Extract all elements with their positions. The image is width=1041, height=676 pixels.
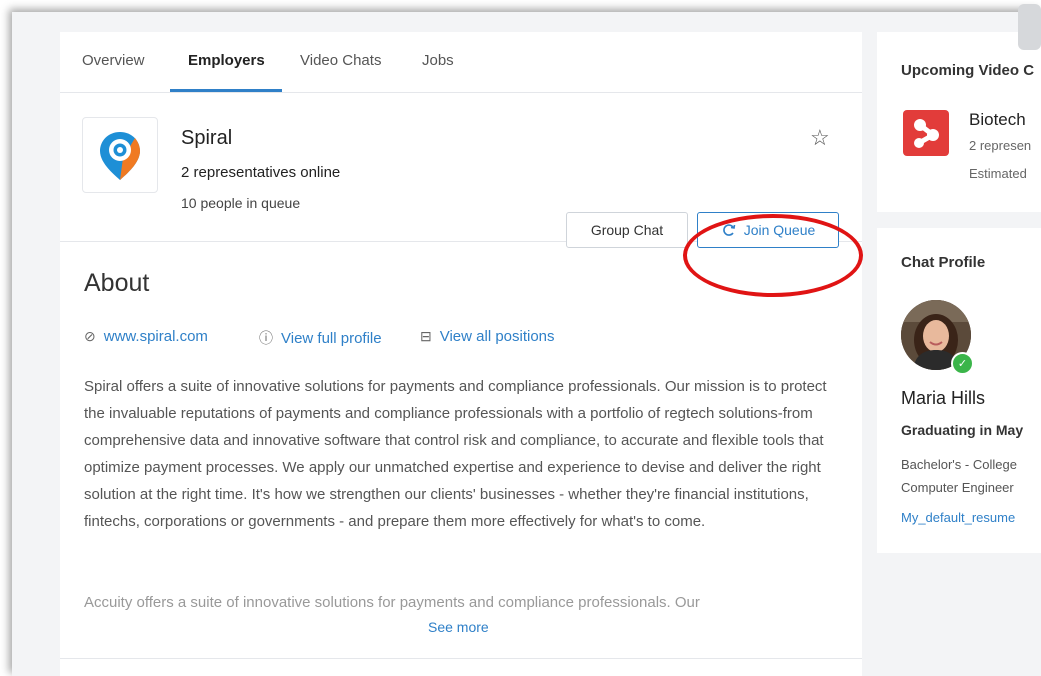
queue-count: 10 people in queue	[181, 195, 301, 211]
active-tab-indicator	[170, 89, 282, 92]
biotech-logo-icon	[914, 119, 939, 148]
star-icon[interactable]: ☆	[810, 125, 830, 151]
tab-video-chats[interactable]: Video Chats	[300, 52, 381, 69]
see-more-link[interactable]: See more	[428, 619, 489, 635]
group-chat-button[interactable]: Group Chat	[566, 212, 688, 248]
highlight-circle	[683, 214, 863, 297]
view-all-positions-link[interactable]: ⊟ View all positions	[420, 328, 555, 345]
employer-header: Spiral 2 representatives online 10 peopl…	[60, 93, 863, 297]
online-check-icon: ✓	[951, 352, 974, 375]
upcoming-company[interactable]: Biotech	[969, 110, 1026, 130]
upcoming-estimated: Estimated	[969, 166, 1027, 181]
divider	[60, 658, 862, 659]
employer-name: Spiral	[181, 127, 233, 149]
website-link-label: www.spiral.com	[103, 328, 208, 345]
profile-degree: Bachelor's - College	[901, 457, 1017, 472]
upcoming-title: Upcoming Video C	[901, 62, 1035, 79]
tab-jobs[interactable]: Jobs	[422, 52, 454, 69]
profile-major: Computer Engineer	[901, 480, 1014, 495]
employer-logo	[82, 117, 158, 193]
website-link[interactable]: ⊘ www.spiral.com	[84, 328, 208, 345]
link-icon: ⊘	[84, 328, 96, 344]
about-heading: About	[84, 269, 150, 297]
group-chat-label: Group Chat	[590, 222, 664, 238]
tab-bar: Overview Employers Video Chats Jobs	[60, 32, 862, 93]
about-links: ⊘ www.spiral.com ⓘ View full profile ⊟ V…	[84, 328, 844, 348]
info-icon: ⓘ	[259, 330, 273, 346]
resume-link[interactable]: My_default_resume	[901, 510, 1015, 525]
profile-graduation: Graduating in May	[901, 422, 1024, 438]
tab-employers[interactable]: Employers	[188, 52, 265, 69]
employer-card: Overview Employers Video Chats Jobs Spir…	[60, 32, 863, 676]
representatives-online: 2 representatives online	[181, 164, 341, 181]
chat-profile-card: Chat Profile ✓ Maria Hills Graduating in…	[877, 228, 1041, 553]
about-description-preview: Accuity offers a suite of innovative sol…	[84, 594, 700, 611]
view-all-positions-label: View all positions	[439, 328, 555, 345]
view-full-profile-label: View full profile	[281, 329, 382, 347]
chat-profile-title: Chat Profile	[901, 254, 986, 271]
tab-overview[interactable]: Overview	[82, 52, 145, 69]
about-description: Spiral offers a suite of innovative solu…	[84, 378, 827, 530]
map-pin-logo-icon	[100, 132, 140, 180]
upcoming-video-chats-card: Upcoming Video C Biotech 2 represen Esti…	[877, 32, 1041, 212]
upcoming-reps: 2 represen	[969, 138, 1032, 153]
briefcase-icon: ⊟	[420, 328, 432, 344]
view-full-profile-link[interactable]: ⓘ View full profile	[259, 328, 382, 348]
scroll-handle	[1018, 4, 1041, 50]
biotech-logo	[903, 110, 949, 156]
profile-name: Maria Hills	[901, 388, 986, 408]
